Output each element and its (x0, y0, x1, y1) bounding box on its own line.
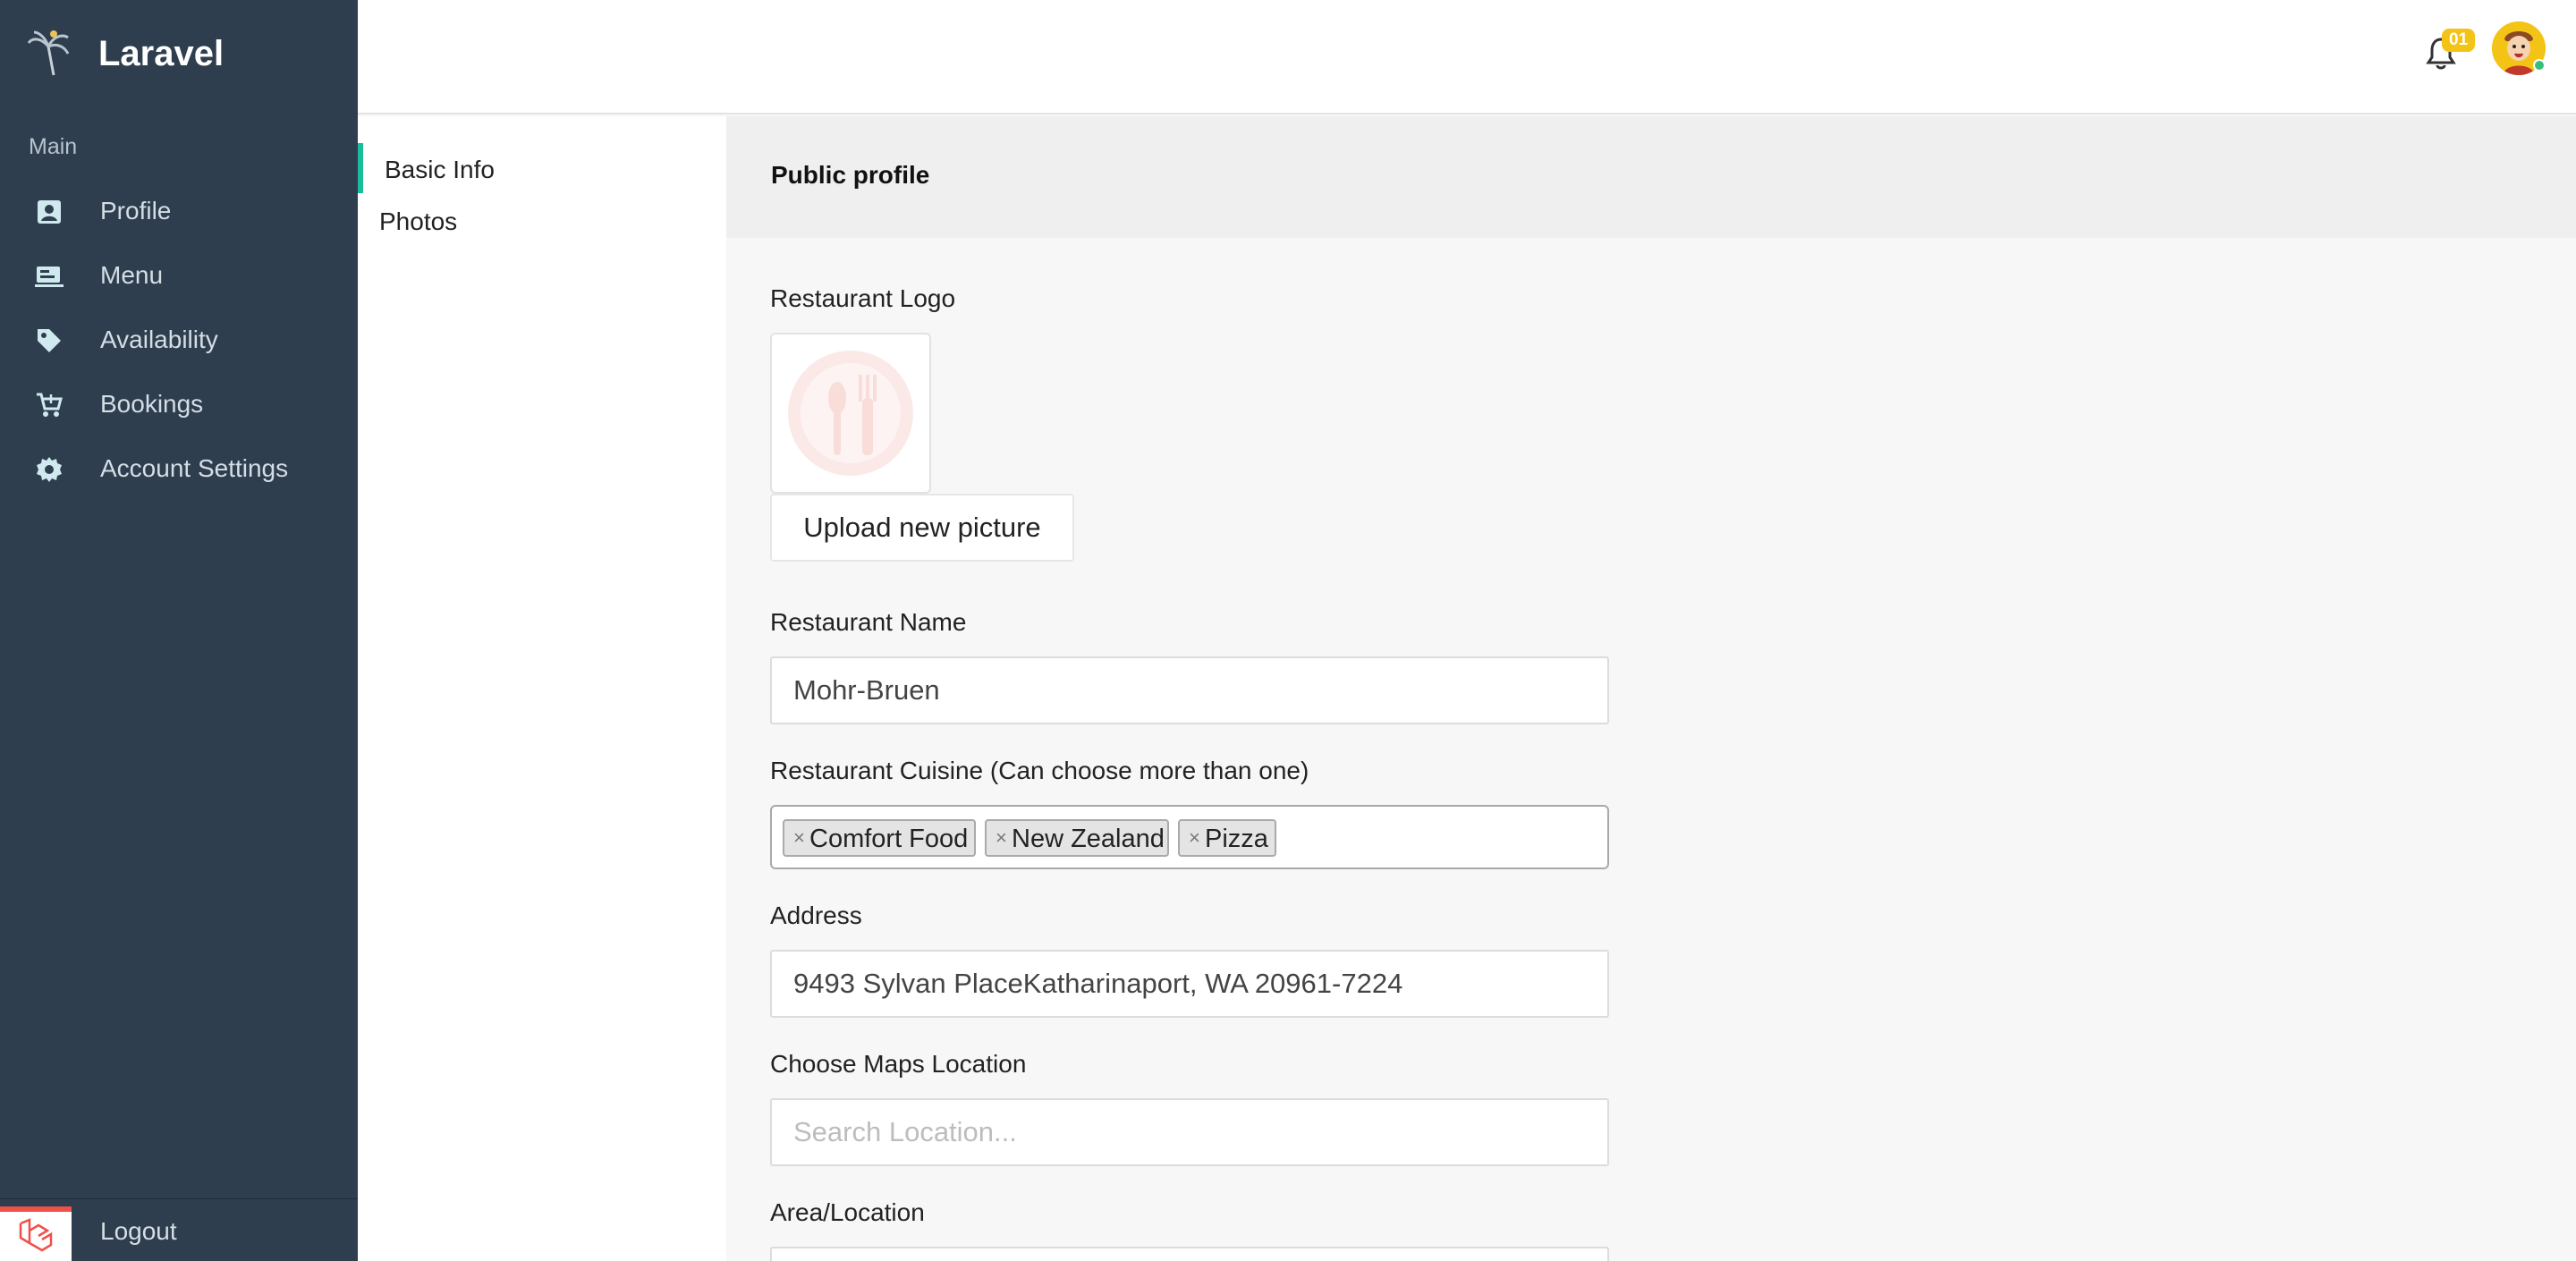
subnav-item-label: Photos (379, 207, 458, 235)
palm-tree-logo-icon (27, 29, 72, 77)
cuisine-tag-label: Comfort Food (809, 825, 969, 853)
subnav-item-basic-info[interactable]: Basic Info (358, 143, 726, 193)
tag-icon (34, 326, 64, 356)
subnav-item-photos[interactable]: Photos (358, 195, 726, 245)
restaurant-logo-image (770, 333, 931, 494)
maps-location-label: Choose Maps Location (770, 1050, 1027, 1078)
cuisine-tag: × Pizza (1178, 819, 1276, 857)
sidebar-item-profile[interactable]: Profile (0, 179, 358, 243)
upload-picture-button[interactable]: Upload new picture (770, 494, 1074, 562)
cuisine-tag-label: Pizza (1205, 825, 1268, 853)
address-input[interactable] (770, 950, 1609, 1018)
sidebar-item-availability[interactable]: Availability (0, 308, 358, 372)
cutlery-placeholder-icon (788, 351, 913, 476)
top-header (358, 0, 2576, 114)
logout-button[interactable]: Logout (0, 1198, 358, 1261)
cuisine-tag: × New Zealand (985, 819, 1169, 857)
sidebar-item-label: Menu (100, 261, 164, 289)
online-status-dot (2533, 59, 2546, 72)
restaurant-name-label: Restaurant Name (770, 608, 967, 636)
area-location-select[interactable] (770, 1247, 1609, 1261)
sidebar-item-label: Bookings (100, 390, 204, 418)
sidebar-section-label: Main (29, 134, 78, 159)
restaurant-logo-label: Restaurant Logo (770, 284, 956, 312)
sidebar-item-label: Profile (100, 197, 172, 224)
restaurant-cuisine-label: Restaurant Cuisine (Can choose more than… (770, 757, 1309, 784)
logout-label: Logout (100, 1217, 177, 1245)
maps-location-search-input[interactable] (770, 1098, 1609, 1166)
content-header: Public profile (726, 116, 2576, 238)
gear-icon (34, 454, 64, 485)
laravel-logo-icon (0, 1206, 72, 1261)
sidebar-nav: Profile Menu Availability Bookings Accou… (0, 179, 358, 501)
area-location-label: Area/Location (770, 1198, 925, 1226)
sidebar-item-label: Availability (100, 326, 218, 353)
remove-tag-icon[interactable]: × (1189, 826, 1200, 850)
cuisine-multiselect[interactable]: × Comfort Food × New Zealand × Pizza (770, 805, 1609, 869)
page-title: Public profile (771, 161, 930, 189)
cuisine-tag-label: New Zealand (1012, 825, 1165, 853)
app-name: Laravel (98, 34, 225, 73)
address-label: Address (770, 901, 862, 929)
remove-tag-icon[interactable]: × (793, 826, 805, 850)
sidebar-item-account-settings[interactable]: Account Settings (0, 436, 358, 501)
sidebar-item-bookings[interactable]: Bookings (0, 372, 358, 436)
notification-count-badge: 01 (2442, 29, 2476, 52)
remove-tag-icon[interactable]: × (996, 826, 1007, 850)
restaurant-name-input[interactable] (770, 656, 1609, 724)
subnav-item-label: Basic Info (385, 156, 495, 183)
brand[interactable]: Laravel (0, 0, 358, 107)
cuisine-tag: × Comfort Food (783, 819, 976, 857)
menu-icon (34, 261, 64, 292)
profile-icon (34, 197, 64, 227)
cart-icon (34, 390, 64, 420)
sidebar-item-menu[interactable]: Menu (0, 243, 358, 308)
sidebar: Laravel Main Profile Menu Availability B… (0, 0, 358, 1261)
profile-subnav: Basic Info Photos (358, 116, 726, 1261)
sidebar-item-label: Account Settings (100, 454, 289, 482)
